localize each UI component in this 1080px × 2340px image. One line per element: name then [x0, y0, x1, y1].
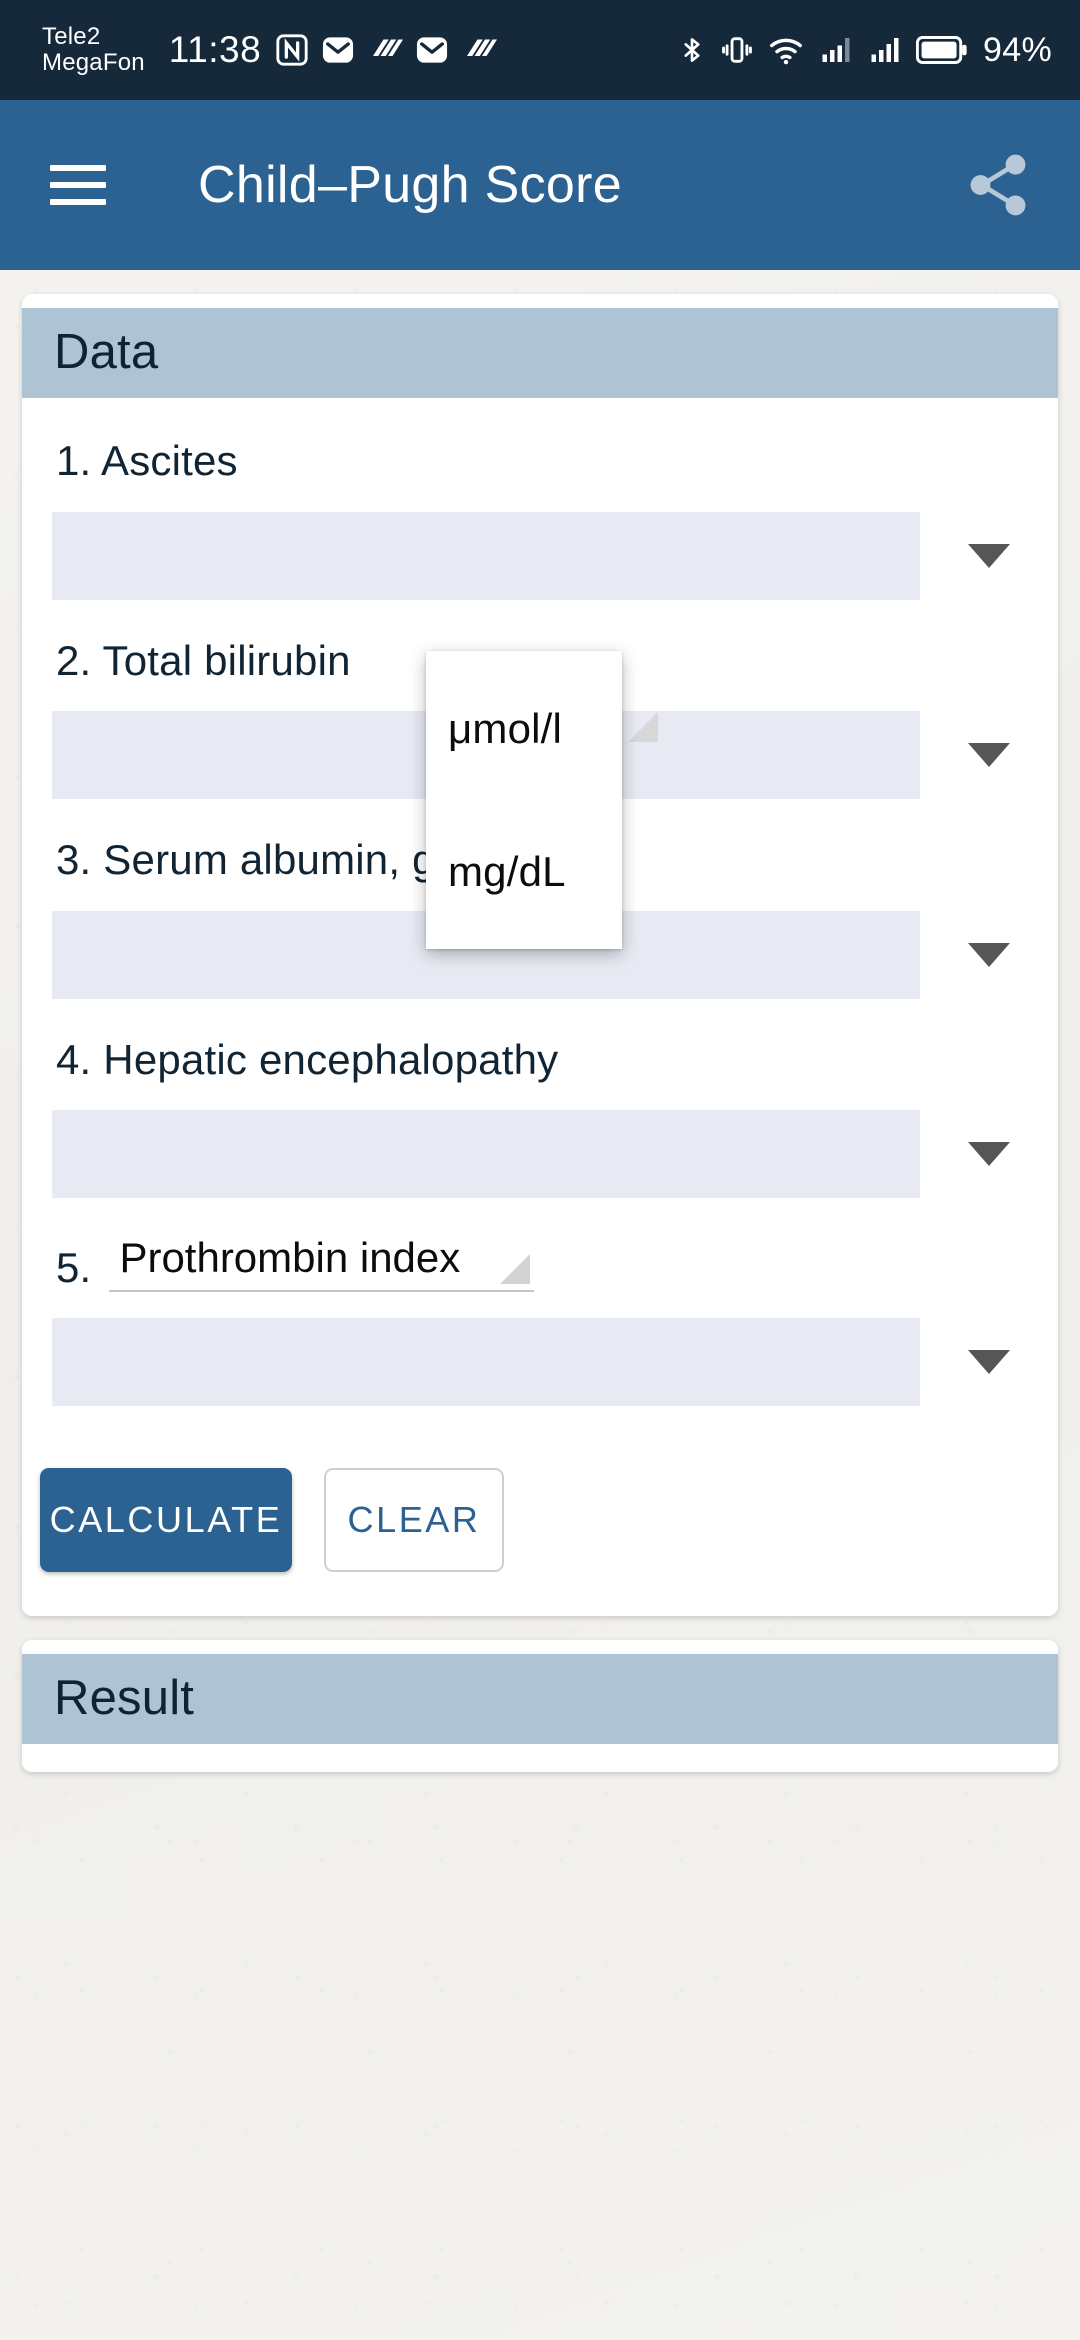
signal-sim1-icon: [818, 32, 854, 68]
chevron-down-icon[interactable]: [968, 1350, 1010, 1375]
data-card: Data 1. Ascites 2. Total bilirubin 3. Se…: [22, 294, 1058, 1617]
mail-icon: [319, 31, 357, 69]
spinner-ascites[interactable]: [52, 511, 1028, 600]
share-icon[interactable]: [960, 147, 1036, 223]
wifi-icon: [767, 31, 805, 69]
spinner-value-hepatic-encephalopathy[interactable]: [52, 1110, 920, 1199]
action-button-row: CALCULATE CLEAR: [22, 1442, 1058, 1617]
field-label-row-prothrombin: 5. Prothrombin index: [52, 1234, 1028, 1293]
chevron-down-icon[interactable]: [968, 743, 1010, 768]
field-label-ascites: 1. Ascites: [56, 437, 238, 484]
unit-dropdown-popup[interactable]: μmol/l mg/dL: [426, 651, 622, 949]
chevron-down-icon[interactable]: [968, 1142, 1010, 1167]
field-ascites: 1. Ascites: [52, 436, 1028, 600]
battery-icon: [916, 33, 968, 67]
spinner-corner-icon-bilirubin: [628, 712, 658, 742]
spinner-value-ascites[interactable]: [52, 511, 920, 600]
field-prothrombin: 5. Prothrombin index: [52, 1234, 1028, 1407]
nfc-icon: [275, 32, 309, 68]
signal-sim2-icon: [867, 32, 903, 68]
result-card: Result: [22, 1640, 1058, 1773]
clear-button[interactable]: CLEAR: [324, 1468, 504, 1573]
page-title: Child–Pugh Score: [198, 156, 622, 214]
status-notification-icons: [275, 31, 498, 69]
spinner-value-prothrombin[interactable]: [52, 1318, 920, 1407]
carrier-label: Tele2 MegaFon: [42, 23, 145, 76]
data-card-header: Data: [22, 308, 1058, 398]
spinner-prothrombin[interactable]: [52, 1318, 1028, 1407]
calculate-button[interactable]: CALCULATE: [40, 1468, 292, 1573]
field-label-hepatic-encephalopathy: 4. Hepatic encephalopathy: [56, 1035, 559, 1083]
bluetooth-icon: [677, 30, 707, 70]
result-card-title: Result: [54, 1671, 195, 1726]
result-card-body: [22, 1744, 1058, 1773]
spinner-hepatic-encephalopathy[interactable]: [52, 1110, 1028, 1199]
chevron-down-icon[interactable]: [968, 942, 1010, 967]
unit-spinner-value-prothrombin: Prothrombin index: [119, 1234, 461, 1282]
data-card-title: Data: [54, 325, 159, 379]
data-speed-icon: [367, 32, 404, 68]
status-system-icons: 94%: [677, 30, 1052, 70]
unit-spinner-prothrombin[interactable]: Prothrombin index: [109, 1234, 535, 1293]
dropdown-option-mgdl[interactable]: mg/dL: [426, 800, 622, 943]
chevron-down-icon[interactable]: [968, 543, 1010, 568]
card-top-spacer: [22, 294, 1058, 308]
dropdown-option-umol[interactable]: μmol/l: [426, 657, 622, 800]
field-hepatic-encephalopathy: 4. Hepatic encephalopathy: [52, 1035, 1028, 1199]
result-card-top-spacer: [22, 1640, 1058, 1655]
app-bar: Child–Pugh Score: [0, 100, 1080, 270]
status-bar: Tele2 MegaFon 11:38 94%: [0, 0, 1080, 100]
data-speed-icon: [461, 32, 498, 68]
spinner-corner-icon: [500, 1254, 531, 1285]
status-clock: 11:38: [168, 29, 262, 70]
hamburger-menu-icon[interactable]: [50, 165, 106, 205]
battery-percent-label: 94%: [983, 30, 1052, 69]
result-card-header: Result: [22, 1654, 1058, 1745]
field-number-prothrombin: 5.: [56, 1243, 92, 1291]
content-scroll-area[interactable]: Data 1. Ascites 2. Total bilirubin 3. Se…: [0, 270, 1080, 1773]
mail-icon: [413, 31, 451, 69]
vibrate-icon: [720, 31, 754, 69]
